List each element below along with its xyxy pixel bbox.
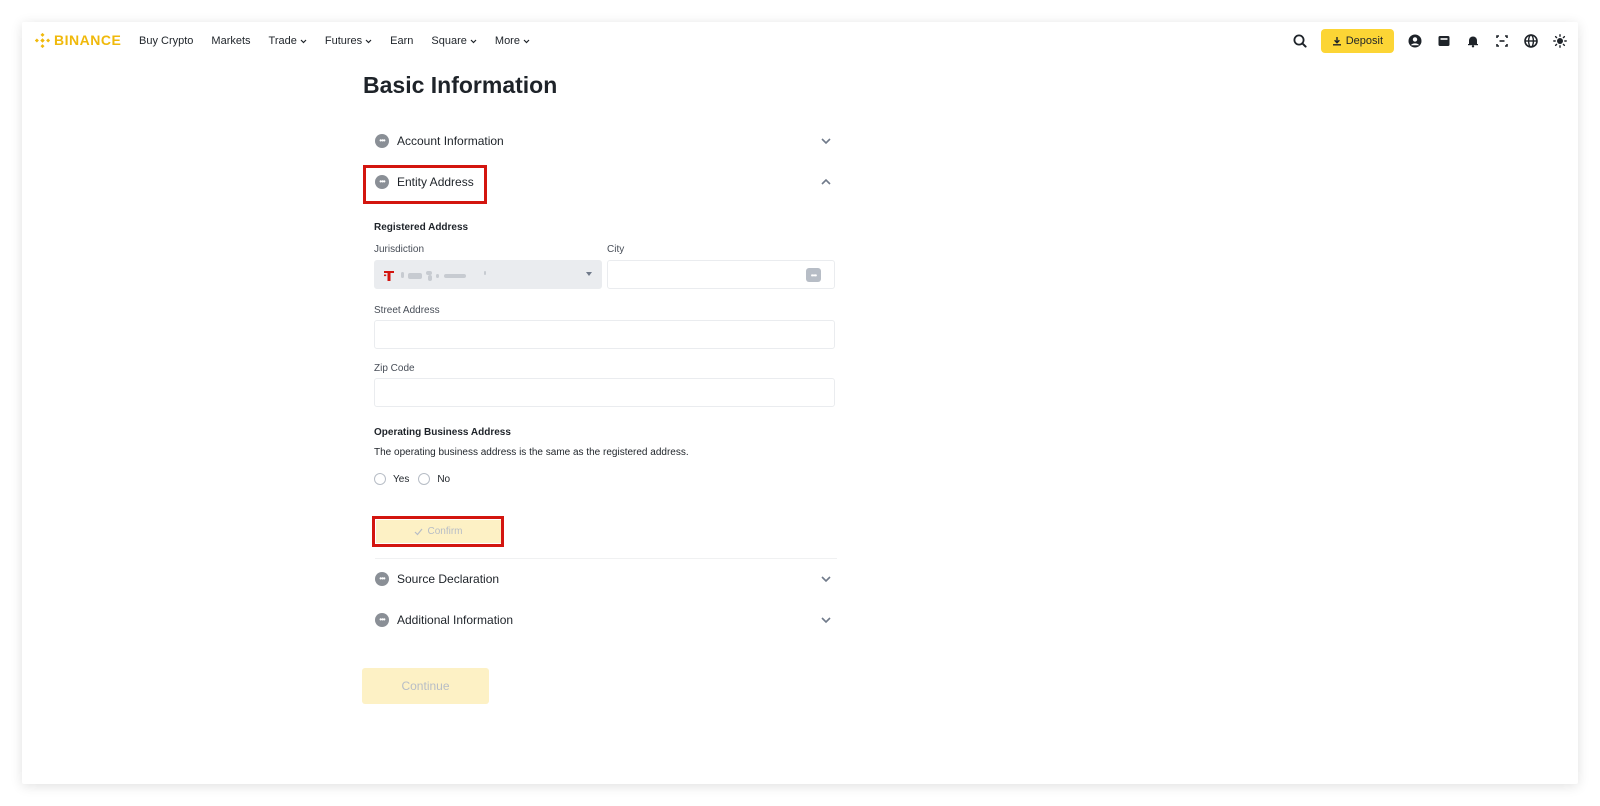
chevron-down-icon[interactable]	[819, 572, 833, 586]
pending-status-icon: •••	[375, 613, 389, 627]
wallet-icon[interactable]	[1436, 33, 1452, 49]
chevron-down-icon	[523, 39, 530, 43]
chevron-down-icon	[470, 39, 477, 43]
continue-label: Continue	[401, 679, 450, 693]
nav-label: Earn	[390, 35, 414, 47]
zip-code-label: Zip Code	[374, 363, 415, 374]
pending-status-icon: •••	[375, 572, 389, 586]
jurisdiction-value-redacted	[401, 271, 491, 281]
chevron-down-icon	[300, 39, 307, 43]
section-source-declaration[interactable]: ••• Source Declaration	[375, 566, 837, 592]
registered-address-heading: Registered Address	[374, 222, 469, 233]
highlight-entity-address	[363, 165, 487, 204]
nav-label: Trade	[268, 35, 297, 47]
operating-address-heading: Operating Business Address	[374, 427, 511, 438]
binance-diamond-icon	[35, 32, 50, 48]
chevron-up-icon[interactable]	[819, 175, 833, 189]
nav-label: More	[494, 35, 520, 47]
binance-logo[interactable]: BINANCE	[35, 32, 121, 48]
nav-label: Markets	[211, 35, 251, 47]
deposit-label: Deposit	[1345, 35, 1383, 47]
nav-more[interactable]: More	[495, 35, 530, 47]
nav-earn[interactable]: Earn	[390, 35, 413, 47]
radio-yes[interactable]	[374, 473, 386, 485]
same-address-radio-group: Yes No	[374, 473, 459, 485]
theme-toggle-icon[interactable]	[1552, 33, 1568, 49]
language-globe-icon[interactable]	[1523, 33, 1539, 49]
radio-yes-label[interactable]: Yes	[393, 474, 409, 485]
country-flag-icon	[384, 271, 394, 281]
header-actions: Deposit	[1292, 28, 1568, 54]
download-app-icon[interactable]	[1494, 33, 1510, 49]
section-additional-information[interactable]: ••• Additional Information	[375, 607, 837, 633]
continue-button[interactable]: Continue	[362, 668, 489, 704]
nav-trade[interactable]: Trade	[269, 35, 307, 47]
brand-name: BINANCE	[54, 32, 122, 48]
section-account-information[interactable]: ••• Account Information	[375, 128, 837, 154]
nav-label: Square	[431, 35, 467, 47]
section-label: Additional Information	[397, 613, 514, 627]
chevron-down-icon[interactable]	[819, 613, 833, 627]
nav-square[interactable]: Square	[431, 35, 477, 47]
radio-no[interactable]	[418, 473, 431, 485]
notification-bell-icon[interactable]	[1465, 33, 1481, 49]
radio-no-label[interactable]: No	[437, 474, 450, 485]
top-navbar: BINANCE Buy Crypto Markets Trade Futures…	[22, 22, 1578, 60]
jurisdiction-label: Jurisdiction	[374, 244, 425, 255]
dropdown-caret-icon	[586, 272, 592, 276]
nav-buy-crypto[interactable]: Buy Crypto	[139, 35, 193, 47]
nav-label: Buy Crypto	[139, 35, 194, 47]
city-label: City	[607, 244, 625, 255]
operating-address-question: The operating business address is the sa…	[374, 447, 689, 458]
nav-futures[interactable]: Futures	[325, 35, 372, 47]
search-icon[interactable]	[1292, 33, 1308, 49]
section-divider	[375, 558, 837, 559]
jurisdiction-select[interactable]	[374, 260, 602, 289]
pending-status-icon: •••	[375, 134, 389, 148]
chevron-down-icon	[365, 39, 372, 43]
zip-code-field[interactable]	[374, 378, 835, 407]
main-nav: Buy Crypto Markets Trade Futures Earn Sq…	[139, 22, 548, 60]
street-address-label: Street Address	[374, 305, 440, 316]
city-field[interactable]: •••	[607, 260, 835, 289]
nav-label: Futures	[324, 35, 363, 47]
street-address-field[interactable]	[374, 320, 835, 349]
download-icon	[1332, 37, 1341, 46]
keyboard-autofill-icon[interactable]: •••	[806, 268, 821, 282]
deposit-button[interactable]: Deposit	[1320, 29, 1394, 53]
page-title: Basic Information	[363, 72, 558, 98]
section-label: Account Information	[397, 134, 504, 148]
chevron-down-icon[interactable]	[819, 134, 833, 148]
nav-markets[interactable]: Markets	[211, 35, 250, 47]
profile-icon[interactable]	[1407, 33, 1423, 49]
browser-viewport: BINANCE Buy Crypto Markets Trade Futures…	[22, 22, 1578, 784]
highlight-confirm-button	[372, 516, 504, 547]
section-label: Source Declaration	[397, 572, 500, 586]
